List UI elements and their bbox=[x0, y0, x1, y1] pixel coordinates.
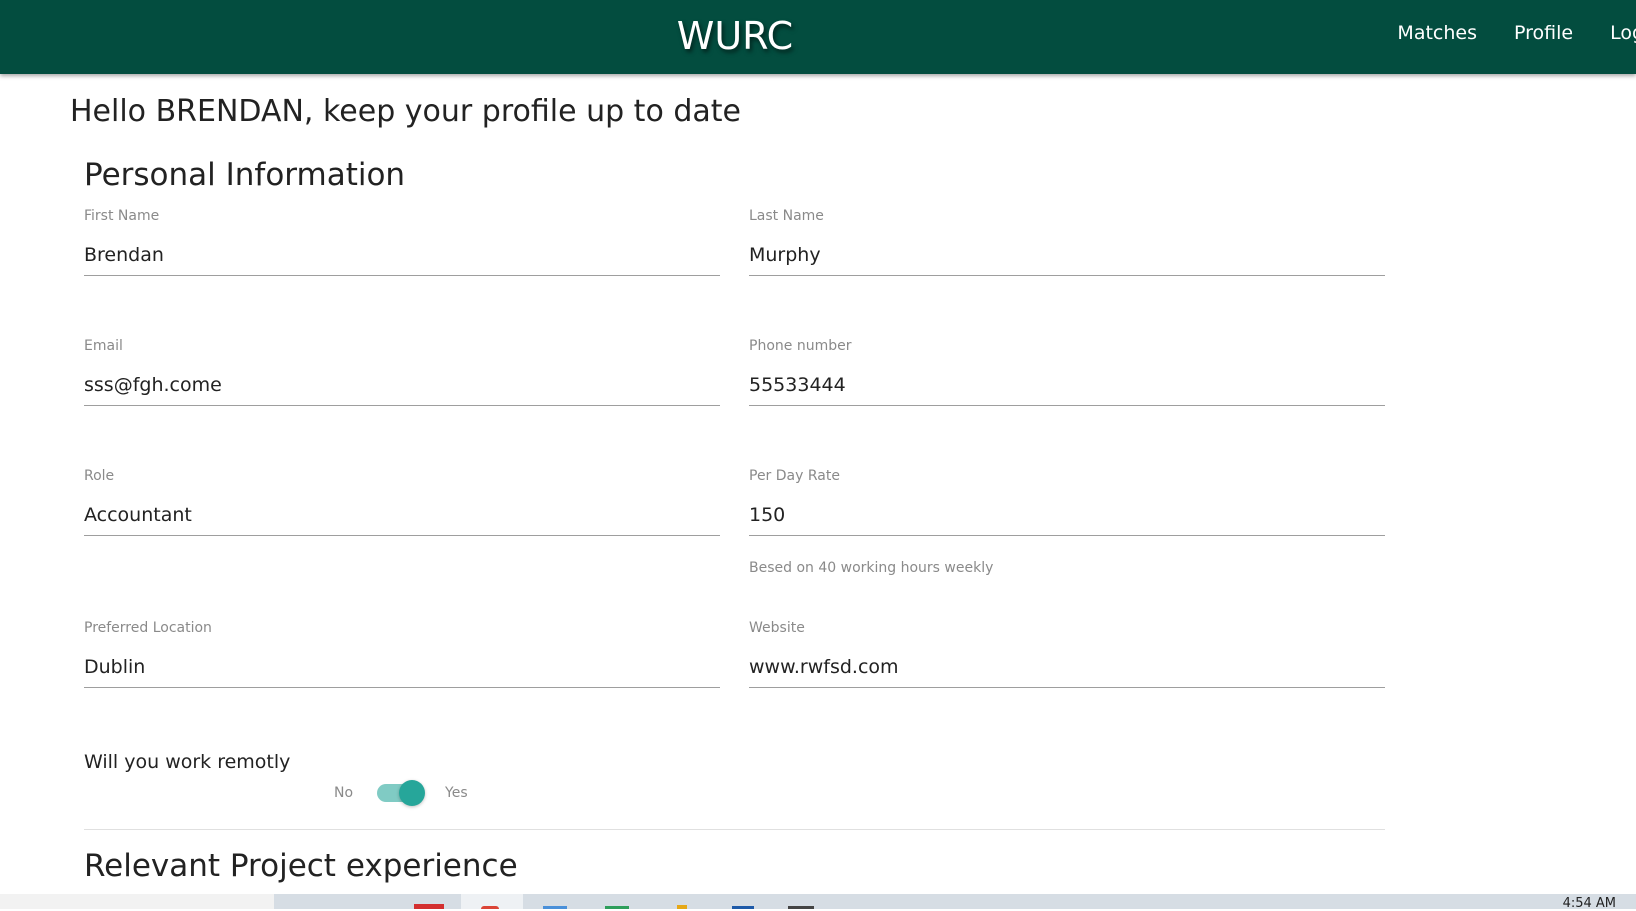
remote-toggle[interactable] bbox=[377, 780, 426, 806]
location-label: Preferred Location bbox=[84, 620, 212, 636]
last-name-label: Last Name bbox=[749, 208, 824, 224]
email-label: Email bbox=[84, 338, 123, 354]
page-greeting: Hello BRENDAN, keep your profile up to d… bbox=[70, 94, 741, 129]
rate-input[interactable] bbox=[749, 494, 1385, 536]
phone-input[interactable] bbox=[749, 364, 1385, 406]
personal-info-heading: Personal Information bbox=[84, 157, 406, 193]
nav-link-profile[interactable]: Profile bbox=[1514, 22, 1573, 44]
taskbar-search-area[interactable] bbox=[0, 894, 274, 909]
nav-link-matches[interactable]: Matches bbox=[1397, 22, 1477, 44]
taskbar-app-icon-yellow[interactable] bbox=[677, 905, 687, 909]
role-label: Role bbox=[84, 468, 115, 484]
taskbar-clock[interactable]: 4:54 AM bbox=[1563, 897, 1616, 910]
remote-work-switch: No Yes bbox=[334, 779, 468, 807]
top-navbar: WURC Matches Profile Log bbox=[0, 0, 1636, 74]
website-label: Website bbox=[749, 620, 805, 636]
os-taskbar: 4:54 AM bbox=[0, 894, 1636, 910]
toggle-knob bbox=[399, 780, 426, 806]
nav-link-logout[interactable]: Log bbox=[1610, 22, 1636, 44]
location-input[interactable] bbox=[84, 646, 720, 688]
nav-links: Matches Profile Log bbox=[1397, 22, 1636, 44]
first-name-label: First Name bbox=[84, 208, 160, 224]
switch-off-label: No bbox=[334, 785, 354, 801]
website-input[interactable] bbox=[749, 646, 1385, 688]
email-input[interactable] bbox=[84, 364, 720, 406]
first-name-input[interactable] bbox=[84, 234, 720, 276]
last-name-input[interactable] bbox=[749, 234, 1385, 276]
section-divider bbox=[84, 829, 1385, 830]
role-input[interactable] bbox=[84, 494, 720, 536]
remote-work-question: Will you work remotly bbox=[84, 751, 291, 773]
project-experience-heading: Relevant Project experience bbox=[84, 848, 518, 884]
switch-on-label: Yes bbox=[445, 785, 468, 801]
rate-label: Per Day Rate bbox=[749, 468, 840, 484]
brand-logo[interactable]: WURC bbox=[0, 14, 1470, 58]
phone-label: Phone number bbox=[749, 338, 852, 354]
rate-helper-text: Besed on 40 working hours weekly bbox=[749, 560, 994, 576]
taskbar-app-icon-red[interactable] bbox=[414, 904, 444, 909]
